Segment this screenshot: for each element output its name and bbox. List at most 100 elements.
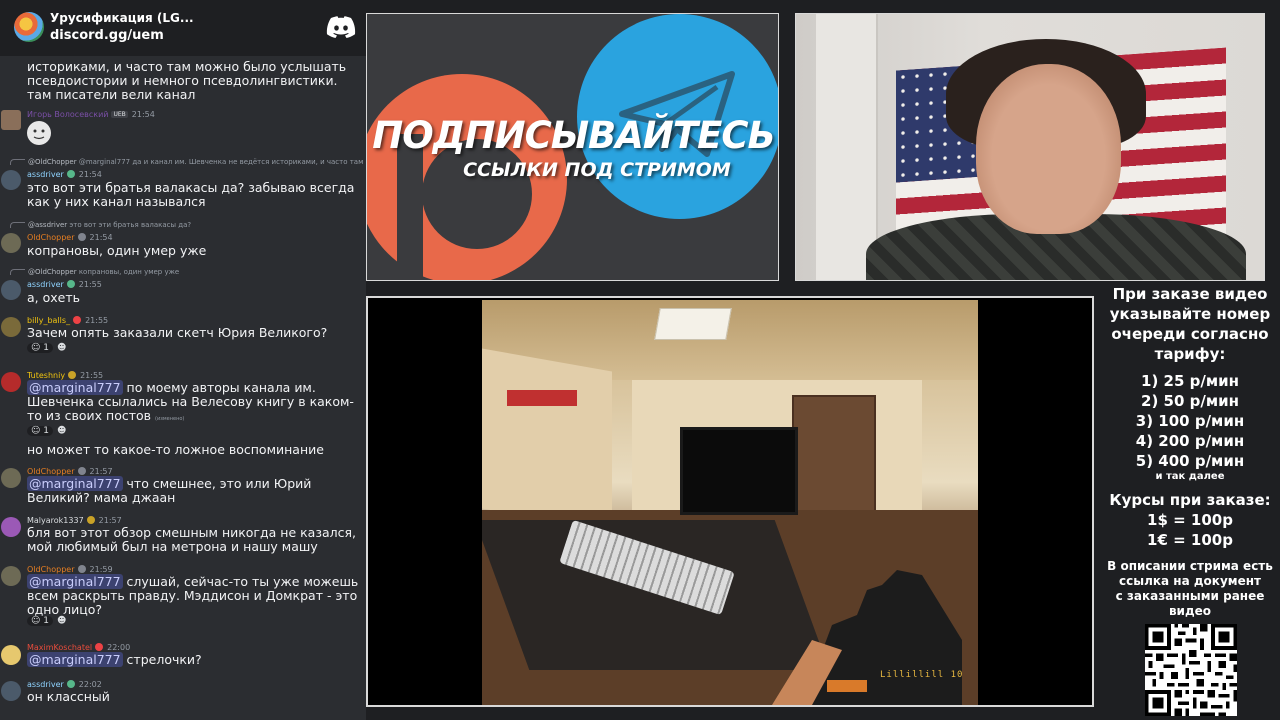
tariff-item: 3) 100 р/мин (1135, 412, 1245, 430)
add-reaction-icon[interactable]: ☻ (57, 343, 66, 353)
username[interactable]: Tuteshniy (27, 371, 65, 380)
message-header: Tuteshniy 21:55 (27, 371, 103, 380)
avatar[interactable] (1, 372, 21, 392)
message-header: OldChopper 21:54 (27, 233, 113, 242)
subscribe-banner: ПОДПИСЫВАЙТЕСЬ ССЫЛКИ ПОД СТРИМОМ (366, 13, 779, 281)
reaction-button[interactable]: ☺ 1 (27, 616, 53, 626)
timestamp: 21:55 (78, 280, 102, 289)
username[interactable]: OldChopper (27, 233, 75, 242)
description-note: В описании стрима есть ссылка на докумен… (1100, 559, 1280, 619)
username[interactable]: OldChopper (27, 565, 75, 574)
message-text: это вот эти братья валакасы да? забываю … (27, 180, 355, 209)
server-invite-link[interactable]: discord.gg/uem (50, 28, 164, 43)
rate-item: 1€ = 100р (1147, 531, 1233, 549)
reply-user: @assdriver (28, 221, 68, 229)
role-badge-icon (77, 565, 86, 573)
message-header: OldChopper 21:59 (27, 565, 113, 574)
avatar[interactable] (1, 681, 21, 701)
timestamp: 21:54 (131, 110, 155, 119)
role-badge-icon (66, 280, 75, 288)
user-mention[interactable]: @marginal777 (27, 652, 123, 667)
role-badge-icon (86, 516, 95, 524)
webcam-door (816, 14, 878, 280)
message-header: billy_balls_ 21:55 (27, 316, 108, 325)
username[interactable]: Malyarok1337 (27, 516, 84, 525)
tariff-item: 2) 50 р/мин (1141, 392, 1239, 410)
message-text: @marginal777 по моему авторы канала им. … (27, 380, 365, 426)
reply-text: это вот эти братья валакасы да? (69, 221, 192, 229)
message-text: @marginal777 слушай, сейчас-то ты уже мо… (27, 574, 365, 617)
reaction-button[interactable]: ☺ 1 (27, 343, 53, 353)
username[interactable]: Игорь Волосевский (27, 110, 108, 119)
avatar[interactable] (1, 517, 21, 537)
desc-line: В описании стрима есть (1107, 559, 1273, 573)
chat-header: Урусификация (LG... discord.gg/uem (0, 0, 366, 56)
server-name: Урусификация (LG... (50, 11, 194, 25)
user-mention[interactable]: @marginal777 (27, 476, 123, 491)
reaction-count: 1 (43, 616, 49, 626)
tariff-list: 1) 25 р/мин 2) 50 р/мин 3) 100 р/мин 4) … (1100, 371, 1280, 483)
order-info-panel: При заказе видео указывайте номер очеред… (1100, 282, 1280, 720)
message-text: @marginal777 что смешнее, это или Юрий В… (27, 476, 365, 505)
message-header: OldChopper 21:57 (27, 467, 113, 476)
add-reaction-icon[interactable]: ☻ (57, 616, 66, 626)
message-text: историками, и часто там можно было услыш… (27, 59, 347, 102)
timestamp: 21:59 (89, 565, 113, 574)
avatar[interactable] (1, 233, 21, 253)
video-player[interactable]: Lillillill 10 (366, 296, 1094, 707)
rate-item: 1$ = 100р (1147, 511, 1233, 529)
avatar[interactable] (1, 468, 21, 488)
tariff-item: 4) 200 р/мин (1135, 432, 1245, 450)
user-mention[interactable]: @marginal777 (27, 574, 123, 589)
timestamp: 21:57 (89, 467, 113, 476)
reaction-bar: ☺ 1 ☻ (27, 426, 66, 436)
user-mention[interactable]: @marginal777 (27, 380, 123, 395)
username[interactable]: MaximKoschatel (27, 643, 92, 652)
reaction-bar: ☺ 1 ☻ (27, 616, 66, 626)
exchange-rates: Курсы при заказе: 1$ = 100р 1€ = 100р (1100, 490, 1280, 550)
scene-books (507, 390, 577, 406)
username[interactable]: billy_balls_ (27, 316, 70, 325)
timestamp: 21:55 (85, 316, 109, 325)
reply-preview[interactable]: @OldChopper @marginal777 да и канал им. … (10, 158, 364, 166)
reply-preview[interactable]: @assdriver это вот эти братья валакасы д… (10, 221, 364, 229)
role-badge-icon (73, 316, 82, 324)
info-line: очереди согласно (1111, 325, 1269, 343)
info-line: тарифу: (1154, 345, 1226, 363)
game-hud: Lillillill 10 (880, 670, 964, 680)
message-header: Игорь Волосевский UEB 21:54 (27, 110, 155, 119)
avatar[interactable] (1, 566, 21, 586)
timestamp: 22:02 (78, 680, 102, 689)
scene-monitor (680, 427, 798, 515)
info-line: указывайте номер (1109, 305, 1271, 323)
desc-line: с заказанными ранее (1115, 589, 1265, 603)
avatar[interactable] (1, 645, 21, 665)
reply-user: @OldChopper (28, 158, 77, 166)
message-list[interactable]: историками, и часто там можно было услыш… (0, 56, 366, 720)
reply-text: @marginal777 да и канал им. Шевченка не … (78, 158, 364, 166)
avatar[interactable] (1, 280, 21, 300)
reply-preview[interactable]: @OldChopper копрановы, один умер уже (10, 268, 364, 276)
timestamp: 21:54 (89, 233, 113, 242)
scene-shelf (482, 348, 612, 532)
qr-code-icon (1145, 624, 1237, 716)
username[interactable]: OldChopper (27, 467, 75, 476)
avatar[interactable] (1, 317, 21, 337)
username[interactable]: assdriver (27, 170, 64, 179)
webcam-feed (795, 13, 1265, 281)
order-intro: При заказе видео указывайте номер очеред… (1100, 284, 1280, 364)
timestamp: 21:54 (78, 170, 102, 179)
avatar[interactable] (1, 170, 21, 190)
reaction-button[interactable]: ☺ 1 (27, 426, 53, 436)
avatar[interactable] (1, 110, 21, 130)
username[interactable]: assdriver (27, 680, 64, 689)
server-icon (14, 12, 44, 42)
desc-line: видео (1168, 604, 1212, 618)
role-badge-icon (77, 467, 86, 475)
username[interactable]: assdriver (27, 280, 64, 289)
info-line: При заказе видео (1112, 285, 1268, 303)
add-reaction-icon[interactable]: ☻ (57, 426, 66, 436)
timestamp: 21:57 (98, 516, 122, 525)
message-text: Зачем опять заказали скетч Юрия Великого… (27, 325, 328, 340)
rates-title: Курсы при заказе: (1109, 491, 1271, 509)
